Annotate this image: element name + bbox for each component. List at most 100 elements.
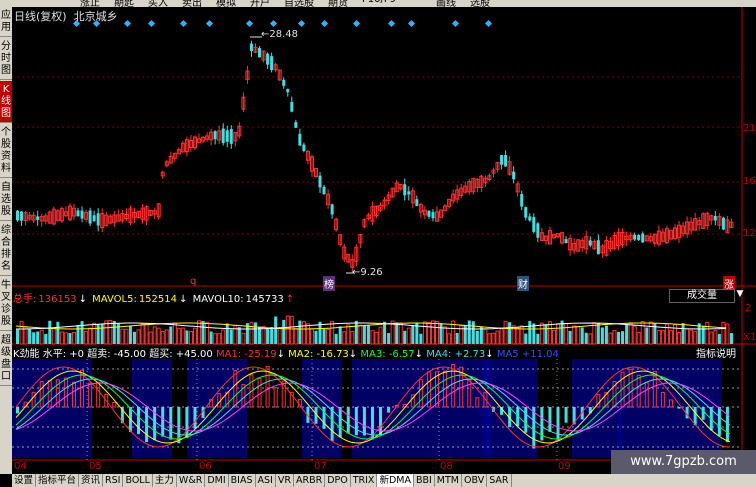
indicator-tab[interactable]: 资讯 — [79, 474, 104, 487]
indicator-tab[interactable]: RSI — [103, 474, 124, 487]
top-menu-item[interactable]: 选股 — [470, 0, 490, 7]
indicator-tab[interactable]: DPO — [325, 474, 351, 487]
kdj-bar-30 — [137, 407, 141, 435]
indicator-tab[interactable]: BBI — [413, 474, 435, 487]
volume-bar-124 — [515, 327, 520, 345]
indicator-tab[interactable]: SAR — [487, 474, 512, 487]
left-tab-5[interactable]: 自选股 — [0, 179, 12, 221]
kdj-bar-132 — [548, 407, 552, 432]
volume-bar-94 — [395, 322, 399, 344]
volume-bar-35 — [156, 327, 161, 345]
left-tab-strip: 应用 分时图 K线图 个股资料 自选股 综合排名 牛叉诊股 超级盘口 — [0, 7, 12, 474]
left-tab-4[interactable]: 个股资料 — [0, 124, 12, 178]
volume-bar-102 — [426, 322, 431, 345]
indicator-tab[interactable]: MTM — [434, 474, 462, 487]
volume-bar-98 — [411, 325, 415, 344]
top-menu-item[interactable]: 自选股 — [284, 0, 314, 7]
volume-bar-51 — [221, 329, 226, 345]
event-diamond-5 — [205, 19, 214, 28]
app-window: 涨止期匙买入卖出模拟开户自选股期货F10/F9画线选股 应用分时图K线图个股资料… — [0, 0, 756, 487]
volume-bar-92 — [387, 333, 391, 344]
volume-bar-9 — [51, 327, 56, 345]
top-menu-item[interactable]: 开户 — [250, 0, 270, 7]
indicator-tab[interactable]: BOLL — [123, 474, 153, 487]
volume-bar-120 — [499, 328, 504, 345]
indicator-tab[interactable]: BIAS — [228, 474, 256, 487]
volume-bar-58 — [249, 321, 254, 345]
volume-bar-126 — [524, 333, 528, 344]
volume-bar-45 — [197, 320, 202, 345]
kdj-bar-64 — [273, 387, 278, 408]
volume-bar-65 — [277, 327, 282, 345]
volume-bar-100 — [419, 333, 423, 344]
candle-body-70 — [298, 133, 302, 146]
marker-bang[interactable]: 榜 — [323, 276, 335, 291]
volume-bar-76 — [322, 329, 326, 344]
volume-bar-33 — [148, 331, 153, 345]
kdj-overbuy: 超买: +45.00 — [149, 349, 213, 360]
top-menu-item[interactable]: 涨止 — [80, 0, 100, 7]
volume-bar-39 — [172, 322, 177, 345]
price-tick-21: 21 — [743, 123, 756, 134]
high-price-label: ←28.48 — [261, 29, 298, 40]
volume-bar-96 — [403, 330, 407, 344]
x-label-08: 08 — [440, 461, 453, 472]
down-arrow-icon: ↓ — [414, 349, 424, 360]
indicator-select[interactable]: 成交量 — [669, 289, 735, 303]
candle-body-155 — [641, 233, 645, 243]
kdj-bar-36 — [161, 407, 165, 437]
indicator-tab[interactable]: TRIX — [350, 474, 378, 487]
volume-bar-136 — [564, 323, 569, 345]
indicator-help-button[interactable]: 指标说明 — [696, 345, 736, 360]
volume-bar-154 — [636, 332, 641, 345]
indicator-tab[interactable]: ARBR — [293, 474, 326, 487]
candle-body-75 — [318, 175, 322, 188]
chevron-down-icon[interactable]: ▼ — [734, 289, 746, 301]
indicator-tab[interactable]: 指标平台 — [36, 474, 80, 487]
left-tab-7[interactable]: 牛叉诊股 — [0, 277, 12, 331]
event-diamond-14 — [484, 19, 493, 28]
top-menu-item[interactable]: 期匙 — [114, 0, 134, 7]
top-menu-item[interactable]: 期货 — [328, 0, 348, 7]
left-tab-3[interactable]: K线图 — [0, 81, 12, 123]
indicator-tab[interactable]: 设置 — [12, 474, 37, 487]
indicator-tab[interactable]: VR — [275, 474, 294, 487]
volume-bar-12 — [63, 332, 68, 345]
volume-bar-62 — [266, 328, 270, 344]
indicator-tab[interactable]: ASI — [255, 474, 276, 487]
indicator-tab[interactable]: 主力 — [152, 474, 177, 487]
volume-bar-117 — [487, 333, 492, 345]
left-tab-8[interactable]: 超级盘口 — [0, 332, 12, 386]
indicator-tab[interactable]: OBV — [462, 474, 488, 487]
kdj-ma4: MA4: +2.73 — [426, 349, 486, 360]
left-tab-1[interactable]: 应用 — [0, 7, 12, 37]
kline-chart[interactable] — [12, 7, 756, 474]
volume-bar-47 — [205, 321, 210, 345]
volume-bar-103 — [430, 320, 435, 345]
x-label-07: 07 — [314, 461, 327, 472]
volume-bar-145 — [600, 327, 604, 344]
top-menu-item[interactable]: 买入 — [148, 0, 168, 7]
left-tab-6[interactable]: 综合排名 — [0, 222, 12, 276]
volume-bar-7 — [44, 333, 48, 344]
indicator-tab[interactable]: 新DMA — [377, 474, 414, 487]
kdj-name: K劲能 — [13, 349, 40, 360]
volume-bar-165 — [681, 323, 685, 344]
volume-bar-105 — [439, 323, 443, 344]
top-menu-item[interactable]: 画线 — [436, 0, 456, 7]
indicator-tab[interactable]: W&R — [176, 474, 206, 487]
candle-body-15 — [76, 210, 80, 217]
top-menu-item[interactable]: 模拟 — [216, 0, 236, 7]
volume-bar-99 — [415, 323, 419, 344]
left-tab-2[interactable]: 分时图 — [0, 38, 12, 80]
volume-bar-101 — [422, 321, 427, 345]
watermark-text: www.7gpzb.com — [611, 450, 756, 474]
candle-body-78 — [330, 204, 334, 215]
indicator-tab[interactable]: DMI — [205, 474, 229, 487]
top-menu-item[interactable]: 卖出 — [182, 0, 202, 7]
volume-bar-91 — [383, 321, 387, 344]
marker-q[interactable]: q — [190, 276, 196, 287]
marker-cai[interactable]: 财 — [517, 276, 529, 291]
kdj-ma1: MA1: -25.19 — [215, 349, 277, 360]
top-menu-item[interactable]: F10/F9 — [362, 0, 396, 5]
